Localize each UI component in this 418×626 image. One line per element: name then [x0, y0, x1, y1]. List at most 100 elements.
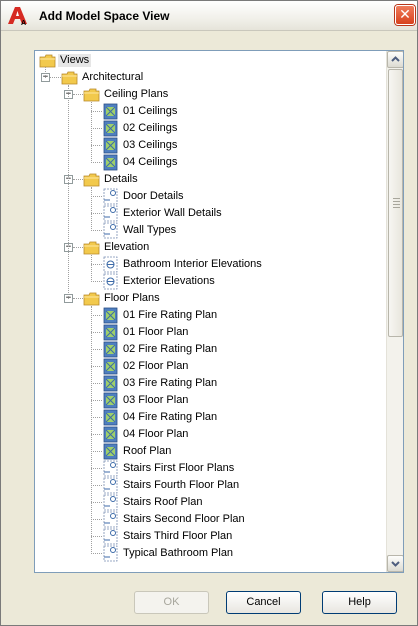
- tree-node-details[interactable]: − Details: [35, 171, 385, 188]
- tree-item-elevation[interactable]: Exterior Elevations: [35, 273, 385, 290]
- scrollbar-thumb[interactable]: [388, 69, 403, 337]
- view-item-label: Door Details: [123, 190, 184, 202]
- tree-connector: [91, 485, 102, 486]
- detail-view-icon: [102, 222, 119, 239]
- tree-item-details[interactable]: Door Details: [35, 188, 385, 205]
- tree-connector: [91, 468, 102, 469]
- plan-view-icon: [102, 426, 119, 443]
- plan-view-icon: [102, 154, 119, 171]
- help-button[interactable]: Help: [322, 591, 397, 614]
- view-item-label: Wall Types: [123, 224, 177, 236]
- tree-connector: [73, 247, 83, 248]
- plan-view-icon: [102, 324, 119, 341]
- tree-item-ceiling-plans[interactable]: 01 Ceilings: [35, 103, 385, 120]
- tree-item-floor-plans[interactable]: 01 Floor Plan: [35, 324, 385, 341]
- chevron-down-icon: [391, 561, 400, 567]
- tree-item-floor-plans[interactable]: 01 Fire Rating Plan: [35, 307, 385, 324]
- view-item-label: Exterior Elevations: [123, 275, 215, 287]
- ceiling-plans-guide-line: [91, 102, 92, 163]
- vertical-scrollbar[interactable]: [386, 51, 403, 572]
- detail-view-icon: [102, 511, 119, 528]
- plan-view-icon: [102, 358, 119, 375]
- tree-connector: [91, 213, 102, 214]
- tree-connector: [73, 179, 83, 180]
- chevron-up-icon: [391, 56, 400, 62]
- tree-node-architectural[interactable]: − Architectural: [35, 69, 385, 86]
- tree-item-floor-plans[interactable]: Stairs Third Floor Plan: [35, 528, 385, 545]
- node-label: Elevation: [104, 241, 150, 253]
- tree-item-floor-plans[interactable]: Stairs Second Floor Plan: [35, 511, 385, 528]
- view-item-label: Stairs Roof Plan: [123, 496, 203, 508]
- detail-view-icon: [102, 477, 119, 494]
- tree-connector: [91, 162, 102, 163]
- tree-connector: [91, 536, 102, 537]
- add-model-space-view-dialog: A Add Model Space View ✕ Views − Architect…: [0, 0, 418, 626]
- tree-item-floor-plans[interactable]: Stairs First Floor Plans: [35, 460, 385, 477]
- tree-connector: [91, 502, 102, 503]
- tree-connector: [91, 264, 102, 265]
- folder-open-icon: [61, 69, 78, 86]
- tree-node-floor-plans[interactable]: − Floor Plans: [35, 290, 385, 307]
- tree-item-ceiling-plans[interactable]: 04 Ceilings: [35, 154, 385, 171]
- view-item-label: 03 Fire Rating Plan: [123, 377, 218, 389]
- tree-item-floor-plans[interactable]: 04 Fire Rating Plan: [35, 409, 385, 426]
- tree-item-floor-plans[interactable]: Typical Bathroom Plan: [35, 545, 385, 562]
- elevation-view-icon: [102, 273, 119, 290]
- view-item-label: Stairs Second Floor Plan: [123, 513, 245, 525]
- view-item-label: 01 Ceilings: [123, 105, 178, 117]
- tree-item-floor-plans[interactable]: 02 Floor Plan: [35, 358, 385, 375]
- node-label: Architectural: [82, 71, 144, 83]
- tree-connector: [91, 519, 102, 520]
- tree-item-floor-plans[interactable]: Stairs Fourth Floor Plan: [35, 477, 385, 494]
- scroll-down-button[interactable]: [387, 555, 403, 572]
- view-item-label: 04 Ceilings: [123, 156, 178, 168]
- tree-item-floor-plans[interactable]: Roof Plan: [35, 443, 385, 460]
- view-item-label: Stairs Third Floor Plan: [123, 530, 233, 542]
- view-item-label: Bathroom Interior Elevations: [123, 258, 262, 270]
- tree-item-floor-plans[interactable]: 03 Floor Plan: [35, 392, 385, 409]
- view-item-label: 01 Fire Rating Plan: [123, 309, 218, 321]
- view-item-label: Roof Plan: [123, 445, 172, 457]
- tree-connector: [91, 332, 102, 333]
- views-tree-panel[interactable]: Views − Architectural − Ceiling Plans 01 Ceil…: [34, 50, 404, 573]
- cancel-button[interactable]: Cancel: [226, 591, 301, 614]
- scroll-up-button[interactable]: [387, 51, 403, 68]
- folder-open-icon: [83, 239, 100, 256]
- tree-connector: [91, 451, 102, 452]
- detail-view-icon: [102, 494, 119, 511]
- tree-item-elevation[interactable]: Bathroom Interior Elevations: [35, 256, 385, 273]
- tree-connector: [91, 230, 102, 231]
- ok-button[interactable]: OK: [134, 591, 209, 614]
- tree-item-ceiling-plans[interactable]: 02 Ceilings: [35, 120, 385, 137]
- close-button[interactable]: ✕: [395, 5, 415, 25]
- tree-item-floor-plans[interactable]: Stairs Roof Plan: [35, 494, 385, 511]
- tree-item-floor-plans[interactable]: 02 Fire Rating Plan: [35, 341, 385, 358]
- tree-item-details[interactable]: Exterior Wall Details: [35, 205, 385, 222]
- tree-node-views[interactable]: Views: [35, 52, 385, 69]
- plan-view-icon: [102, 409, 119, 426]
- views-tree[interactable]: Views − Architectural − Ceiling Plans 01 Ceil…: [35, 51, 387, 572]
- node-label: Ceiling Plans: [104, 88, 169, 100]
- tree-item-details[interactable]: Wall Types: [35, 222, 385, 239]
- folder-open-icon: [83, 290, 100, 307]
- detail-view-icon: [102, 205, 119, 222]
- tree-node-elevation[interactable]: − Elevation: [35, 239, 385, 256]
- tree-connector: [91, 111, 102, 112]
- tree-item-ceiling-plans[interactable]: 03 Ceilings: [35, 137, 385, 154]
- folder-open-icon: [39, 52, 56, 69]
- node-label: Details: [104, 173, 138, 185]
- view-item-label: 01 Floor Plan: [123, 326, 189, 338]
- tree-connector: [91, 383, 102, 384]
- architectural-guide-line: [68, 85, 69, 299]
- view-item-label: 04 Fire Rating Plan: [123, 411, 218, 423]
- tree-item-floor-plans[interactable]: 03 Fire Rating Plan: [35, 375, 385, 392]
- plan-view-icon: [102, 392, 119, 409]
- title-bar[interactable]: A Add Model Space View ✕: [1, 1, 417, 31]
- tree-connector: [91, 349, 102, 350]
- detail-view-icon: [102, 545, 119, 562]
- floor-plans-guide-line: [91, 306, 92, 554]
- tree-item-floor-plans[interactable]: 04 Floor Plan: [35, 426, 385, 443]
- tree-node-ceiling-plans[interactable]: − Ceiling Plans: [35, 86, 385, 103]
- details-guide-line: [91, 187, 92, 231]
- plan-view-icon: [102, 137, 119, 154]
